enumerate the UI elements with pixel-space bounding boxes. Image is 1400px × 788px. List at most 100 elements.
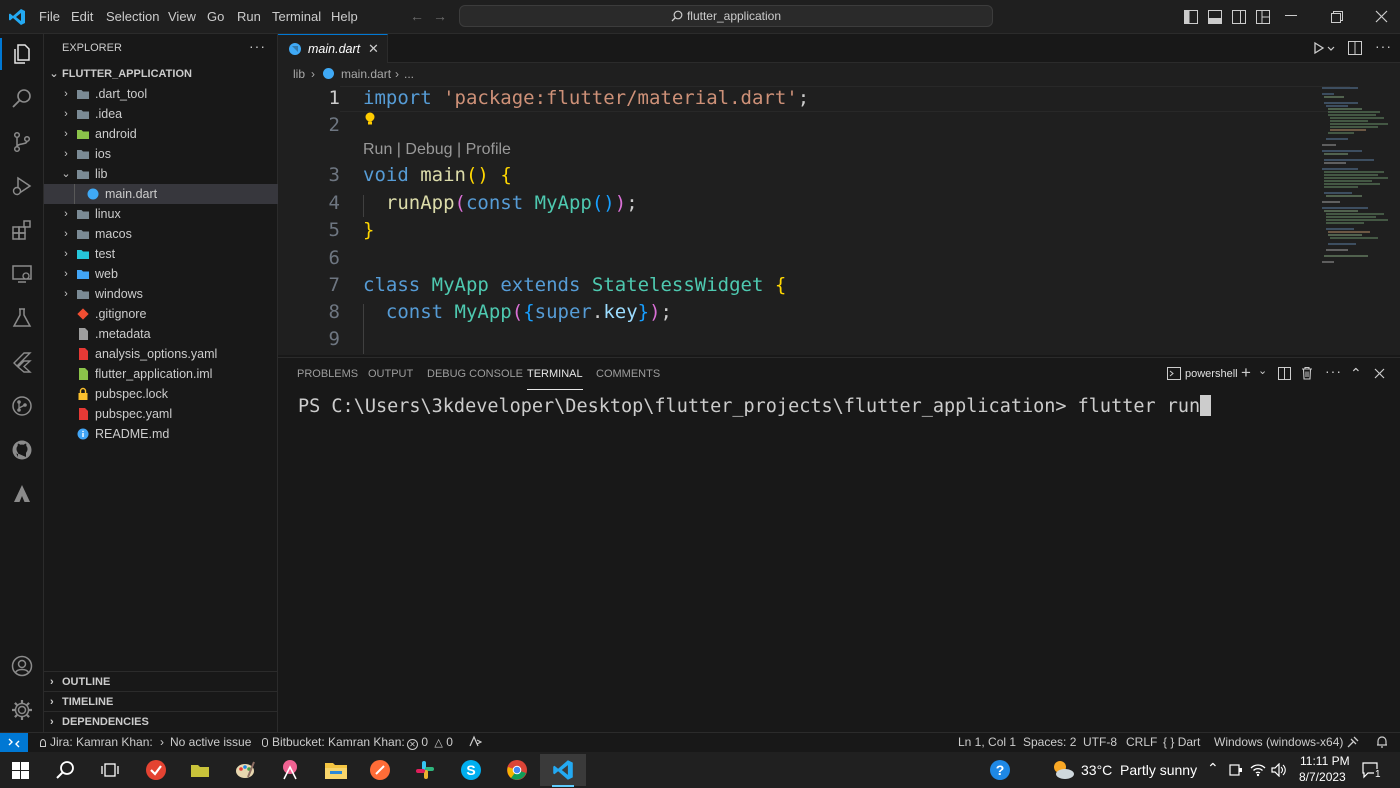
- device-status[interactable]: Windows (windows-x64): [1214, 733, 1343, 752]
- volume-icon[interactable]: [1271, 763, 1287, 777]
- file-explorer-app-icon[interactable]: [316, 754, 356, 786]
- tree-item-macos[interactable]: › macos: [44, 224, 278, 244]
- clock-date[interactable]: 8/7/2023: [1299, 770, 1346, 784]
- snipping-tool-app-icon[interactable]: [270, 754, 310, 786]
- toggle-secondary-sidebar-icon[interactable]: [1232, 10, 1246, 24]
- editor-more-actions-icon[interactable]: ···: [1375, 38, 1392, 54]
- close-window-icon[interactable]: [1375, 10, 1388, 23]
- back-arrow-icon[interactable]: ←: [410, 8, 424, 24]
- tree-item-main-dart[interactable]: main.dart: [44, 184, 278, 204]
- toggle-panel-icon[interactable]: [1208, 10, 1222, 24]
- menu-terminal[interactable]: Terminal: [272, 0, 321, 34]
- close-panel-icon[interactable]: [1374, 368, 1385, 379]
- tree-item-metadata[interactable]: .metadata: [44, 324, 278, 344]
- restore-window-icon[interactable]: [1331, 11, 1343, 23]
- minimize-window-icon[interactable]: [1285, 15, 1297, 16]
- menu-run[interactable]: Run: [237, 0, 261, 34]
- new-terminal-plus-icon[interactable]: +: [1241, 363, 1251, 383]
- menu-file[interactable]: File: [39, 0, 60, 34]
- tree-item-flutter-application-iml[interactable]: flutter_application.iml: [44, 364, 278, 384]
- run-debug-split-icon[interactable]: [1313, 41, 1335, 55]
- settings-gear-icon[interactable]: [6, 694, 38, 726]
- slack-app-icon[interactable]: [405, 754, 445, 786]
- folder-app-icon[interactable]: [180, 754, 220, 786]
- tree-item-pubspec-yaml[interactable]: pubspec.yaml: [44, 404, 278, 424]
- tab-debug-console[interactable]: DEBUG CONSOLE: [427, 358, 523, 390]
- split-editor-icon[interactable]: [1348, 41, 1362, 55]
- problems-status[interactable]: ✕ 0 △ 0: [407, 733, 453, 753]
- breadcrumb-main-dart[interactable]: main.dart: [341, 63, 391, 85]
- run-debug-icon[interactable]: [6, 170, 38, 202]
- indentation-status[interactable]: Spaces: 2: [1023, 733, 1076, 752]
- postman-app-icon[interactable]: [360, 754, 400, 786]
- tab-problems[interactable]: PROBLEMS: [297, 358, 358, 390]
- encoding-status[interactable]: UTF-8: [1083, 733, 1117, 752]
- tree-item-gitignore[interactable]: .gitignore: [44, 304, 278, 324]
- kill-terminal-trash-icon[interactable]: [1301, 366, 1313, 380]
- breadcrumb-lib[interactable]: lib: [293, 63, 305, 85]
- tab-main-dart[interactable]: main.dart ✕: [278, 34, 388, 63]
- tree-item-ios[interactable]: › ios: [44, 144, 278, 164]
- forward-arrow-icon[interactable]: →: [433, 8, 447, 24]
- menu-view[interactable]: View: [168, 0, 196, 34]
- toggle-primary-sidebar-icon[interactable]: [1184, 10, 1198, 24]
- github-icon[interactable]: [6, 434, 38, 466]
- tree-item-pubspec-lock[interactable]: pubspec.lock: [44, 384, 278, 404]
- source-control-icon[interactable]: [6, 126, 38, 158]
- help-app-icon[interactable]: ?: [980, 754, 1020, 786]
- notifications-bell-icon[interactable]: [1375, 735, 1389, 749]
- command-center[interactable]: flutter_application: [459, 5, 993, 27]
- terminal-output[interactable]: PS C:\Users\3kdeveloper\Desktop\flutter_…: [298, 395, 1212, 417]
- bitbucket-status[interactable]: Bitbucket: Kamran Khan:: [262, 733, 405, 752]
- more-actions-icon[interactable]: ···: [249, 38, 266, 54]
- testing-flask-icon[interactable]: [6, 302, 38, 334]
- codelens-run-debug-profile[interactable]: Run | Debug | Profile: [363, 141, 511, 159]
- terminal-shell-name[interactable]: powershell: [1185, 368, 1238, 380]
- remote-explorer-icon[interactable]: [6, 258, 38, 290]
- tree-item-linux[interactable]: › linux: [44, 204, 278, 224]
- tree-item-dart-tool[interactable]: › .dart_tool: [44, 84, 278, 104]
- tab-output[interactable]: OUTPUT: [368, 358, 413, 390]
- split-terminal-icon[interactable]: [1278, 367, 1291, 380]
- breadcrumb-symbol[interactable]: ...: [404, 63, 414, 85]
- menu-help[interactable]: Help: [331, 0, 358, 34]
- tree-item-idea[interactable]: › .idea: [44, 104, 278, 124]
- weather-partly-sunny-icon[interactable]: [1051, 759, 1075, 781]
- jira-status[interactable]: Jira: Kamran Khan:: [40, 733, 153, 752]
- tab-terminal[interactable]: TERMINAL: [527, 358, 583, 390]
- remote-indicator[interactable]: [0, 733, 28, 753]
- close-tab-icon[interactable]: ✕: [368, 41, 379, 57]
- panel-more-actions-icon[interactable]: ···: [1325, 363, 1342, 379]
- tree-item-lib[interactable]: ⌄ lib: [44, 164, 278, 184]
- tree-item-analysis-options-yaml[interactable]: analysis_options.yaml: [44, 344, 278, 364]
- code-editor[interactable]: 1 2 3 4 5 6 7 8 9 import 'package:flutte…: [278, 85, 1400, 355]
- accounts-icon[interactable]: [6, 650, 38, 682]
- atlassian-icon[interactable]: [6, 478, 38, 510]
- task-view-icon[interactable]: [90, 754, 130, 786]
- cursor-position[interactable]: Ln 1, Col 1: [958, 733, 1016, 752]
- wifi-icon[interactable]: [1250, 763, 1266, 777]
- device-tray-icon[interactable]: [1229, 763, 1243, 777]
- chevron-up-icon[interactable]: ⌃: [1207, 760, 1219, 777]
- menu-go[interactable]: Go: [207, 0, 224, 34]
- eol-status[interactable]: CRLF: [1126, 733, 1157, 752]
- clock-time[interactable]: 11:11 PM: [1300, 754, 1350, 768]
- jira-issue-status[interactable]: › No active issue: [160, 733, 251, 752]
- explorer-icon[interactable]: [6, 38, 38, 70]
- chevron-down-icon[interactable]: ⌄: [1258, 364, 1267, 377]
- tab-comments[interactable]: COMMENTS: [596, 358, 660, 390]
- maximize-panel-chevron-up-icon[interactable]: ⌃: [1350, 365, 1362, 382]
- todoist-app-icon[interactable]: [136, 754, 176, 786]
- vscode-taskbar-icon[interactable]: [540, 754, 586, 786]
- extensions-icon[interactable]: [6, 214, 38, 246]
- tree-item-android[interactable]: › android: [44, 124, 278, 144]
- chrome-app-icon[interactable]: [497, 754, 537, 786]
- taskbar-search-icon[interactable]: [45, 754, 85, 786]
- flutter-icon[interactable]: [6, 346, 38, 378]
- broadcast-icon[interactable]: [468, 734, 482, 748]
- vscode-logo-icon[interactable]: [8, 8, 26, 26]
- search-icon[interactable]: [6, 82, 38, 114]
- tree-item-readme-md[interactable]: README.md: [44, 424, 278, 444]
- tree-item-windows[interactable]: › windows: [44, 284, 278, 304]
- gitlens-icon[interactable]: [6, 390, 38, 422]
